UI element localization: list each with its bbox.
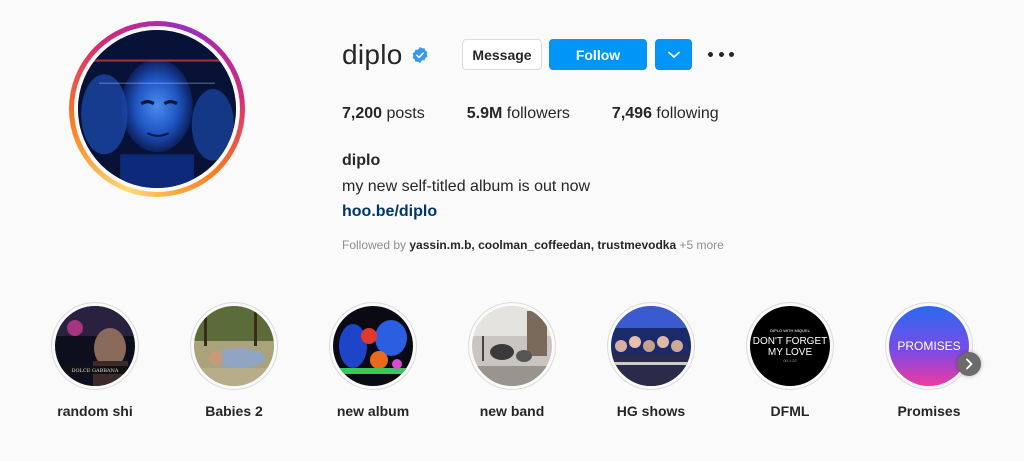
highlight-cover [194,306,274,386]
profile-picture-image [78,30,236,188]
following-stat[interactable]: 7,496 following [612,105,719,123]
highlight-babies-2[interactable]: Babies 2 [174,302,294,419]
highlight-cover-ring: PROMISES [885,302,973,390]
profile-header: diplo [342,38,429,72]
followed-by-prefix: Followed by [342,238,407,252]
more-options-icon[interactable] [708,46,734,62]
followed-by[interactable]: Followed by yassin.m.b, coolman_coffeeda… [342,238,724,252]
highlight-label: random shi [57,403,133,419]
username: diplo [342,39,403,70]
highlight-cover: DIPLO WITH MIQUEL DON'T FORGET MY LOVE 0… [750,306,830,386]
following-count: 7,496 [611,105,652,122]
highlight-cover-ring: DOLCE GABBANA [51,302,139,390]
profile-picture-border [74,26,240,192]
highlight-dfml[interactable]: DIPLO WITH MIQUEL DON'T FORGET MY LOVE 0… [730,302,850,419]
followers-stat[interactable]: 5.9M followers [467,105,570,123]
followers-label: followers [506,105,570,122]
suggested-accounts-button[interactable] [655,39,692,70]
svg-text:DON'T FORGET: DON'T FORGET [753,336,828,347]
highlight-cover [472,306,552,386]
highlight-cover-ring [468,302,556,390]
highlight-label: Promises [897,403,961,419]
highlight-label: Babies 2 [205,403,263,419]
highlight-cover-ring: DIPLO WITH MIQUEL DON'T FORGET MY LOVE 0… [746,302,834,390]
follow-button[interactable]: Follow [549,39,647,70]
posts-label: posts [386,105,425,122]
chevron-right-icon [966,358,973,370]
highlight-random-shi[interactable]: DOLCE GABBANA random shi [35,302,155,419]
highlight-cover [333,306,413,386]
profile-stats: 7,200 posts 5.9M followers 7,496 followi… [342,105,761,123]
bio-name: diplo [342,152,381,169]
bio-text: my new self-titled album is out now [342,178,591,195]
highlight-new-band[interactable]: new band [452,302,572,419]
highlight-new-album[interactable]: new album [313,302,433,419]
followers-count: 5.9M [466,105,503,122]
profile-picture[interactable] [78,30,236,188]
highlight-cover-ring [190,302,278,390]
highlight-cover [611,306,691,386]
dot [729,51,734,57]
chevron-down-icon [667,51,680,58]
followed-by-names: yassin.m.b, coolman_coffeedan, trustmevo… [409,238,677,252]
highlight-label: HG shows [616,403,686,419]
dot [718,51,724,57]
profile-picture-ring[interactable] [69,21,245,197]
highlight-cover-ring [329,302,417,390]
highlight-label: DFML [770,403,810,419]
posts-stat: 7,200 posts [342,105,425,123]
svg-text:DIPLO WITH MIQUEL: DIPLO WITH MIQUEL [770,328,811,333]
highlight-hg-shows[interactable]: HG shows [591,302,711,419]
highlight-label: new band [479,403,545,419]
message-button[interactable]: Message [462,39,542,70]
highlight-label: new album [336,403,410,419]
highlight-cover: DOLCE GABBANA [55,306,135,386]
following-label: following [656,105,719,122]
svg-text:DOLCE GABBANA: DOLCE GABBANA [71,368,118,374]
highlight-cover-ring [607,302,695,390]
followed-by-more: +5 more [679,238,724,252]
svg-text:00.1.22: 00.1.22 [783,358,797,363]
svg-text:PROMISES: PROMISES [897,339,960,353]
highlight-cover: PROMISES [889,306,969,386]
posts-count: 7,200 [342,105,383,122]
highlights-next-button[interactable] [957,352,981,376]
verified-badge-icon [411,46,429,64]
bio-link[interactable]: hoo.be/diplo [342,203,437,221]
dot [708,51,713,57]
svg-text:MY LOVE: MY LOVE [768,347,813,358]
